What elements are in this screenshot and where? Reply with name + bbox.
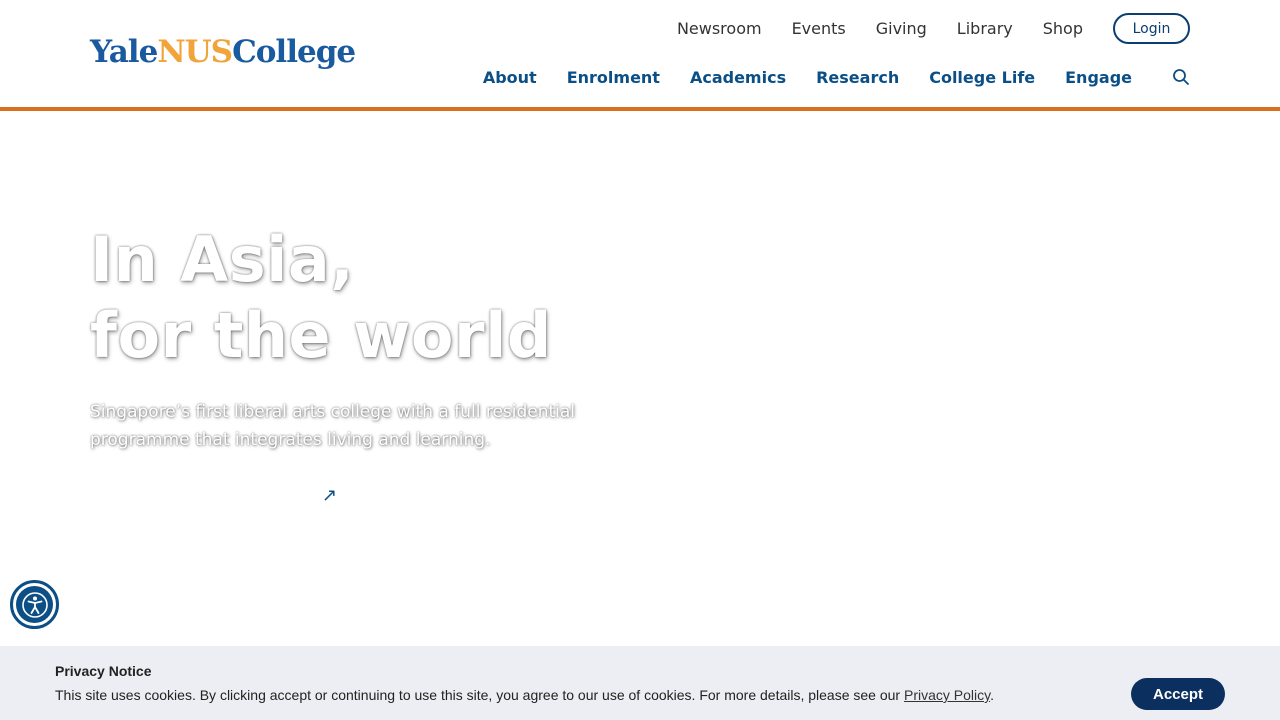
accessibility-icon-inner: [16, 586, 53, 623]
utility-nav: Newsroom Events Giving Library Shop Logi…: [647, 13, 1190, 44]
nav-academics[interactable]: Academics: [690, 68, 786, 87]
search-icon[interactable]: [1172, 68, 1190, 86]
arrow-up-right-icon[interactable]: ↗: [322, 486, 337, 506]
accessibility-icon[interactable]: [10, 580, 59, 629]
search-icon-svg: [1173, 69, 1189, 85]
util-link-giving[interactable]: Giving: [876, 19, 927, 38]
privacy-text: This site uses cookies. By clicking acce…: [55, 687, 994, 703]
logo-text-yale: Yale: [90, 34, 158, 70]
site-logo[interactable]: YaleNUSCollege: [90, 30, 356, 74]
nav-research[interactable]: Research: [816, 68, 899, 87]
util-link-library[interactable]: Library: [957, 19, 1013, 38]
logo-text-nus: NUS: [157, 34, 233, 70]
logo-text-college: College: [232, 34, 356, 70]
privacy-policy-link[interactable]: Privacy Policy: [904, 687, 990, 703]
main-nav: About Enrolment Academics Research Colle…: [453, 64, 1190, 90]
nav-about[interactable]: About: [483, 68, 537, 87]
nav-college-life[interactable]: College Life: [929, 68, 1035, 87]
header-divider: [0, 107, 1280, 111]
accessibility-figure-icon: [21, 591, 48, 618]
hero-section: In Asia, for the world Singapore’s first…: [90, 222, 790, 454]
privacy-body: This site uses cookies. By clicking acce…: [55, 687, 904, 703]
nav-enrolment[interactable]: Enrolment: [567, 68, 660, 87]
accept-button[interactable]: Accept: [1131, 678, 1225, 710]
hero-subtitle: Singapore’s first liberal arts college w…: [90, 402, 576, 450]
nav-engage[interactable]: Engage: [1065, 68, 1132, 87]
privacy-banner: Privacy Notice This site uses cookies. B…: [0, 646, 1280, 720]
util-link-newsroom[interactable]: Newsroom: [677, 19, 762, 38]
hero-title: In Asia, for the world: [90, 222, 790, 374]
privacy-title: Privacy Notice: [55, 663, 152, 679]
site-header: YaleNUSCollege Newsroom Events Giving Li…: [0, 0, 1280, 107]
hero-title-line-2: for the world: [90, 299, 552, 372]
hero-title-line-1: In Asia,: [90, 223, 355, 296]
login-button[interactable]: Login: [1113, 13, 1190, 44]
privacy-text-end: .: [990, 687, 994, 703]
util-link-shop[interactable]: Shop: [1043, 19, 1083, 38]
util-link-events[interactable]: Events: [792, 19, 846, 38]
